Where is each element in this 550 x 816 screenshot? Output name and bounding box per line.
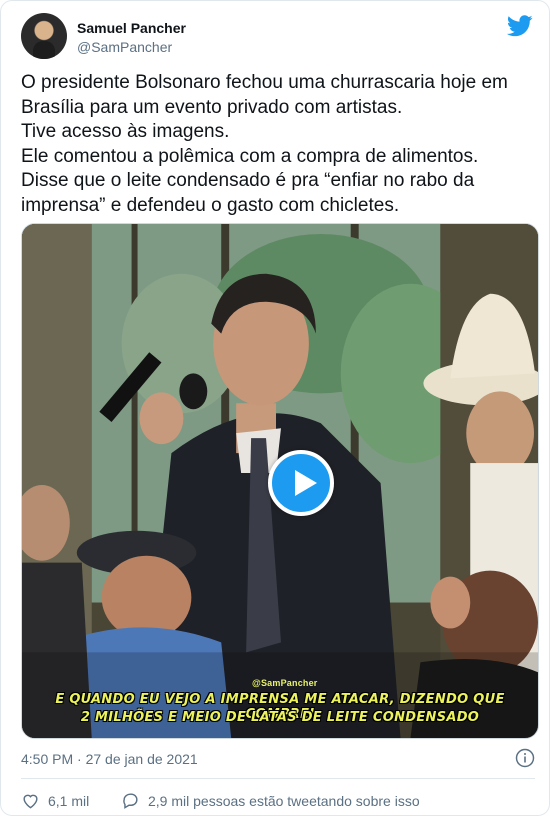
info-icon[interactable] (515, 748, 535, 768)
tweet-text: O presidente Bolsonaro fechou uma churra… (21, 72, 508, 216)
tweet-timestamp[interactable]: 4:50 PM · 27 de jan de 2021 (21, 751, 198, 767)
reply-button[interactable]: 2,9 mil pessoas estão tweetando sobre is… (121, 791, 420, 810)
twitter-bird-icon[interactable] (507, 15, 533, 37)
author-handle[interactable]: @SamPancher (77, 39, 172, 55)
video-subtitle-line-2: 2 MILHÕES E MEIO DE LATAS DE LEITE CONDE… (80, 710, 480, 725)
speech-bubble-icon (123, 793, 138, 809)
tweet-card: Samuel Pancher @SamPancher O presidente … (0, 0, 550, 816)
video-watermark: @SamPancher (252, 678, 318, 688)
tweet-header: Samuel Pancher @SamPancher (21, 13, 533, 61)
reply-count: 2,9 mil pessoas estão tweetando sobre is… (148, 792, 420, 809)
play-button[interactable] (268, 450, 334, 516)
author-name[interactable]: Samuel Pancher (77, 20, 186, 36)
avatar[interactable] (21, 13, 67, 59)
heart-icon (23, 794, 38, 809)
divider (21, 778, 535, 779)
like-button[interactable]: 6,1 mil (21, 791, 89, 810)
video-player[interactable]: @SamPancher E QUANDO EU VEJO A IMPRENSA … (21, 223, 539, 739)
like-count: 6,1 mil (48, 792, 90, 809)
